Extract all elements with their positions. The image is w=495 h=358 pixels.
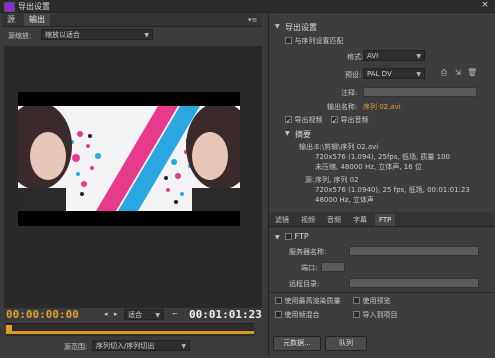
frame-blend-row: 使用帧混合 xyxy=(275,310,320,320)
import-project-checkbox[interactable] xyxy=(353,311,360,318)
collapse-triangle-icon[interactable]: ▼ xyxy=(275,234,280,241)
port-label: 端口: xyxy=(301,264,318,272)
preset-value: PAL DV xyxy=(367,70,392,78)
export-audio-checkbox[interactable] xyxy=(331,116,338,123)
server-name-input[interactable] xyxy=(349,246,479,256)
playhead-handle[interactable] xyxy=(6,325,12,331)
queue-button[interactable]: 队列 xyxy=(325,336,367,351)
divider xyxy=(269,292,494,293)
export-settings-panel: ▼ 导出设置 与序列设置匹配 格式: AVI ▼ 预设: PAL DV ▼ ⎙ … xyxy=(268,14,494,356)
source-scaling-label: 源缩放: xyxy=(8,32,32,40)
chevron-down-icon: ▼ xyxy=(155,312,160,319)
summary-output-line1: E:\剪辑\序列 02.avi xyxy=(315,143,379,151)
chevron-down-icon: ▼ xyxy=(181,343,186,350)
max-render-row: 使用最高渲染质量 xyxy=(275,296,341,306)
crop-icon[interactable]: ⌐ xyxy=(172,310,178,318)
source-scaling-dropdown[interactable]: 缩放以适合 ▼ xyxy=(41,29,153,40)
ftp-row: FTP xyxy=(285,232,309,241)
video-frame-image xyxy=(18,106,240,211)
tab-audio[interactable]: 音频 xyxy=(323,214,345,226)
metadata-button[interactable]: 元数据... xyxy=(273,336,321,351)
chevron-down-icon: ▼ xyxy=(416,53,421,60)
source-range-value: 序列切入/序列切出 xyxy=(96,342,155,350)
tab-ftp[interactable]: FTP xyxy=(375,214,396,226)
match-sequence-label: 与序列设置匹配 xyxy=(294,37,344,45)
server-name-label: 服务器名称: xyxy=(289,248,327,256)
format-dropdown[interactable]: AVI ▼ xyxy=(363,50,425,61)
export-video-label: 导出视频 xyxy=(294,116,323,124)
title-bar: 导出设置 × xyxy=(0,0,495,13)
preset-label: 预设: xyxy=(345,71,362,79)
source-range-dropdown[interactable]: 序列切入/序列切出 ▼ xyxy=(92,340,190,351)
remote-directory-input[interactable] xyxy=(349,278,479,288)
delete-preset-icon[interactable]: 🗑 xyxy=(467,69,477,77)
summary-source-line2: 720x576 (1.0940), 25 fps, 低场, 00:01:01:2… xyxy=(315,186,470,194)
summary-source-line1: 序列, 序列 02 xyxy=(315,176,359,184)
settings-tab-bar: 滤镜 视频 音频 字幕 FTP xyxy=(269,212,494,227)
port-input[interactable] xyxy=(321,262,345,272)
tab-captions[interactable]: 字幕 xyxy=(349,214,371,226)
max-render-label: 使用最高渲染质量 xyxy=(284,297,341,305)
export-settings-heading: 导出设置 xyxy=(285,23,317,32)
export-audio-label: 导出音频 xyxy=(340,116,369,124)
summary-heading: 摘要 xyxy=(295,130,311,139)
tab-output[interactable]: 输出 xyxy=(24,14,50,26)
panel-menu-icon[interactable]: ▾≡ xyxy=(248,16,260,24)
use-preview-label: 使用预览 xyxy=(362,297,391,305)
match-sequence-checkbox[interactable] xyxy=(285,37,292,44)
import-project-row: 导入到项目 xyxy=(353,310,398,320)
use-preview-row: 使用预览 xyxy=(353,296,391,306)
match-sequence-row: 与序列设置匹配 xyxy=(285,36,344,46)
timecode-current[interactable]: 00:00:00:00 xyxy=(6,308,79,321)
window-title: 导出设置 xyxy=(18,2,50,11)
collapse-triangle-icon[interactable]: ▼ xyxy=(275,23,280,30)
output-name-link[interactable]: 序列 02.avi xyxy=(363,102,401,112)
video-preview xyxy=(18,92,240,226)
ftp-checkbox[interactable] xyxy=(285,233,292,240)
set-out-point-icon[interactable]: ▸ xyxy=(114,310,118,318)
summary-output-label: 输出: xyxy=(299,143,316,151)
chevron-down-icon: ▼ xyxy=(416,71,421,78)
left-tab-bar: 源 输出 ▾≡ xyxy=(2,14,262,27)
source-scaling-value: 缩放以适合 xyxy=(45,31,80,39)
tab-source[interactable]: 源 xyxy=(2,14,20,26)
frame-blend-checkbox[interactable] xyxy=(275,311,282,318)
tab-video[interactable]: 视频 xyxy=(297,214,319,226)
tab-filters[interactable]: 滤镜 xyxy=(271,214,293,226)
summary-source-line3: 48000 Hz, 立体声 xyxy=(315,196,374,204)
export-video-checkbox[interactable] xyxy=(285,116,292,123)
preset-dropdown[interactable]: PAL DV ▼ xyxy=(363,68,425,79)
summary-output-line2: 720x576 (1.094), 25fps, 低场, 质量 100 xyxy=(315,153,450,161)
output-name-label: 输出名称: xyxy=(327,103,358,111)
ftp-heading: FTP xyxy=(294,232,309,241)
comments-input[interactable] xyxy=(363,87,477,97)
timeline-scrubber[interactable] xyxy=(6,323,254,336)
zoom-fit-dropdown[interactable]: 适合 ▼ xyxy=(124,309,164,320)
timeline-range-bar xyxy=(6,331,254,334)
summary-source-label: 源: xyxy=(305,176,315,184)
format-label: 格式: xyxy=(347,53,364,61)
export-video-row: 导出视频 xyxy=(285,115,323,125)
import-preset-icon[interactable]: ⇲ xyxy=(453,69,463,77)
playback-controls: 00:00:00:00 ◂ ▸ 适合 ▼ ⌐ 00:01:01:23 xyxy=(4,307,262,321)
remote-directory-label: 远程目录: xyxy=(289,280,320,288)
close-icon[interactable]: × xyxy=(479,1,491,10)
format-value: AVI xyxy=(367,52,379,60)
set-in-point-icon[interactable]: ◂ xyxy=(104,310,108,318)
max-render-checkbox[interactable] xyxy=(275,297,282,304)
zoom-fit-value: 适合 xyxy=(128,311,142,319)
import-project-label: 导入到项目 xyxy=(362,311,398,319)
use-preview-checkbox[interactable] xyxy=(353,297,360,304)
timecode-duration: 00:01:01:23 xyxy=(189,308,262,321)
source-range-label: 源范围: xyxy=(64,343,88,351)
frame-blend-label: 使用帧混合 xyxy=(284,311,320,319)
chevron-down-icon: ▼ xyxy=(144,32,149,39)
summary-output-line3: 未压缩, 48000 Hz, 立体声, 16 位 xyxy=(315,163,422,171)
comments-label: 注释: xyxy=(341,89,358,97)
app-icon xyxy=(4,2,15,12)
export-audio-row: 导出音频 xyxy=(331,115,369,125)
collapse-triangle-icon[interactable]: ▼ xyxy=(285,130,290,137)
save-preset-icon[interactable]: ⎙ xyxy=(439,69,449,77)
